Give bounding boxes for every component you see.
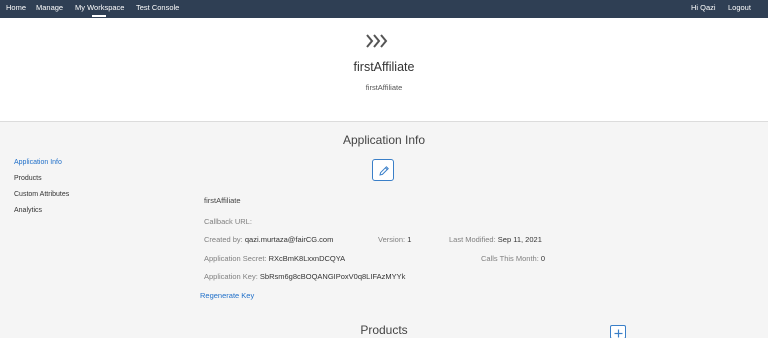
nav-manage-link[interactable]: Manage — [36, 3, 63, 12]
application-secret-value: RXcBmK8LxxnDCQYA — [268, 254, 346, 263]
sidebar-item-custom-attributes[interactable]: Custom Attributes — [14, 191, 69, 198]
top-nav-bar: Home Manage My Workspace Test Console Hi… — [0, 0, 768, 18]
nav-active-indicator — [92, 15, 106, 17]
created-by-value: qazi.murtaza@fairCG.com — [244, 235, 334, 244]
products-heading: Products — [360, 323, 408, 337]
application-secret-label: Application Secret: — [204, 254, 267, 263]
calls-this-month-label: Calls This Month: — [481, 254, 539, 263]
app-header: firstAffiliate firstAffiliate — [0, 18, 768, 122]
calls-this-month-value: 0 — [540, 254, 546, 263]
application-key-row: Application Key: SbRsm6g8cBOQANGIPoxV0q8… — [204, 272, 405, 281]
application-name: firstAffiliate — [204, 196, 241, 205]
created-by-label: Created by: — [204, 235, 243, 244]
last-modified-value: Sep 11, 2021 — [497, 235, 542, 244]
regenerate-key-link[interactable]: Regenerate Key — [200, 291, 254, 300]
plus-icon — [614, 329, 623, 338]
callback-url-row: Callback URL: — [204, 217, 252, 226]
application-secret-row: Application Secret: RXcBmK8LxxnDCQYA — [204, 254, 345, 263]
nav-my-workspace-link[interactable]: My Workspace — [75, 3, 124, 12]
version-label: Version: — [378, 235, 406, 244]
user-greeting-link[interactable]: Hi Qazi — [691, 3, 716, 12]
last-modified-row: Last Modified: Sep 11, 2021 — [449, 235, 542, 244]
logout-link[interactable]: Logout — [728, 3, 751, 12]
nav-test-console-link[interactable]: Test Console — [136, 3, 179, 12]
nav-home-link[interactable]: Home — [6, 3, 26, 12]
add-product-button[interactable] — [610, 325, 626, 338]
edit-button[interactable] — [372, 159, 394, 181]
last-modified-label: Last Modified: — [449, 235, 496, 244]
triple-chevron-right-icon — [366, 34, 388, 48]
sidebar-item-application-info[interactable]: Application Info — [14, 159, 62, 166]
calls-this-month-row: Calls This Month: 0 — [481, 254, 545, 263]
version-row: Version: 1 — [378, 235, 411, 244]
application-key-value: SbRsm6g8cBOQANGIPoxV0q8LIFAzMYYk — [259, 272, 406, 281]
application-info-heading: Application Info — [342, 133, 426, 147]
callback-url-label: Callback URL: — [204, 217, 252, 226]
sidebar-item-products[interactable]: Products — [14, 175, 42, 182]
application-key-label: Application Key: — [204, 272, 258, 281]
pencil-icon — [379, 166, 389, 176]
version-value: 1 — [407, 235, 412, 244]
app-subtitle: firstAffiliate — [365, 83, 403, 92]
app-title: firstAffiliate — [353, 60, 415, 74]
sidebar-item-analytics[interactable]: Analytics — [14, 207, 42, 214]
created-by-row: Created by: qazi.murtaza@fairCG.com — [204, 235, 333, 244]
